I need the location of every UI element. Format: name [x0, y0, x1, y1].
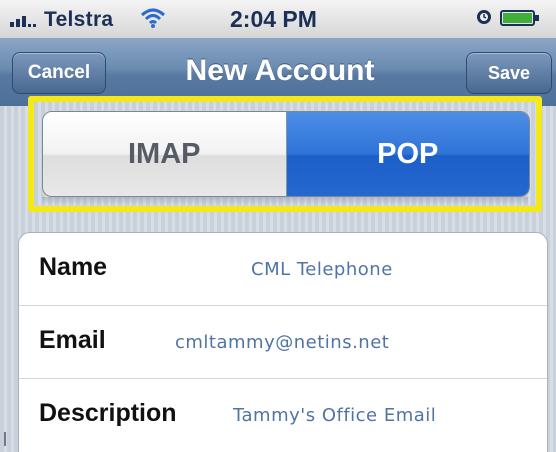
battery-icon: [500, 10, 539, 26]
status-bar: Telstra 2:04 PM: [0, 0, 556, 38]
description-field[interactable]: Tammy's Office Email: [233, 405, 436, 426]
edge-mark: [4, 432, 6, 446]
email-field[interactable]: cmltammy@netins.net: [175, 332, 389, 353]
email-label: Email: [39, 326, 106, 354]
signal-icon: [10, 16, 36, 27]
segment-pop[interactable]: POP: [286, 112, 529, 196]
description-row[interactable]: Description Tammy's Office Email: [19, 379, 547, 451]
account-type-segmented-control: IMAP POP: [42, 111, 530, 197]
segment-shadow: [42, 197, 528, 205]
clock-icon: [477, 10, 491, 24]
account-form: Name CML Telephone Email cmltammy@netins…: [18, 232, 548, 452]
page-title: New Account: [185, 54, 375, 87]
name-label: Name: [39, 253, 108, 281]
carrier-name: Telstra: [44, 8, 114, 31]
name-row[interactable]: Name CML Telephone: [19, 233, 547, 306]
name-field[interactable]: CML Telephone: [251, 259, 393, 280]
status-time: 2:04 PM: [230, 6, 317, 32]
description-label: Description: [39, 399, 177, 427]
save-button[interactable]: Save: [466, 52, 552, 94]
email-row[interactable]: Email cmltammy@netins.net: [19, 306, 547, 379]
segment-imap[interactable]: IMAP: [43, 112, 287, 196]
wifi-icon: [140, 8, 166, 28]
phone-screen: Telstra 2:04 PM Cancel New Account Save …: [0, 0, 556, 452]
cancel-button[interactable]: Cancel: [12, 52, 106, 94]
segment-highlight-box: IMAP POP: [28, 96, 542, 212]
